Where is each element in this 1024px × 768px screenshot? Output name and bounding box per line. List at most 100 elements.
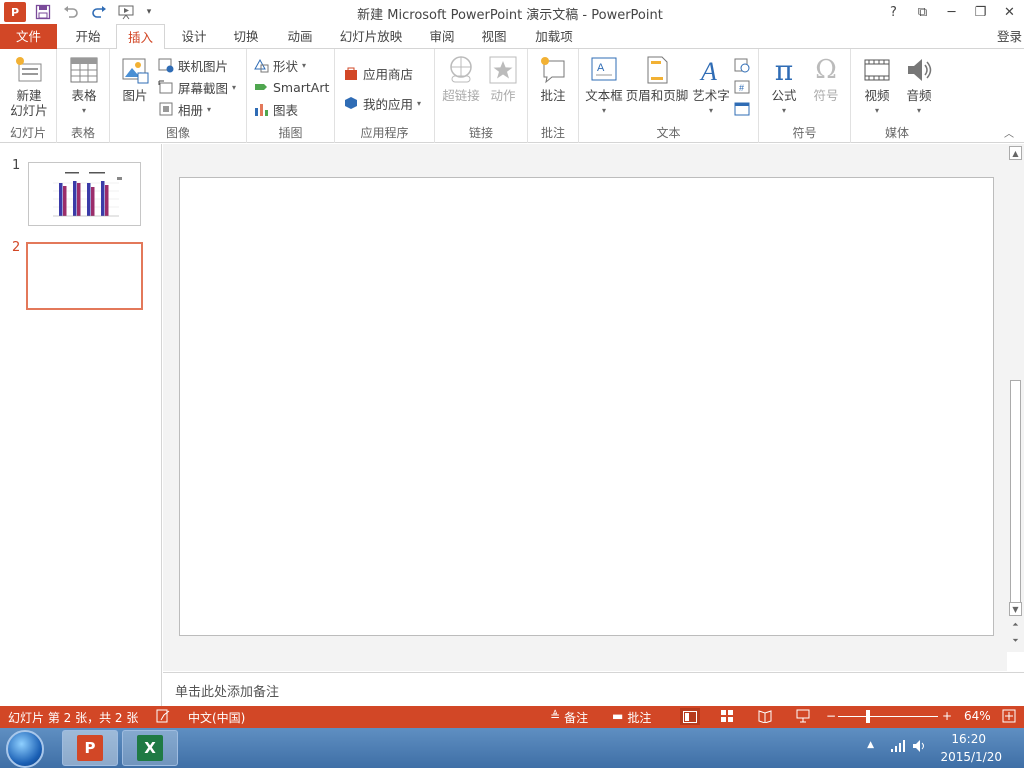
scrollbar-thumb[interactable]: [1010, 380, 1021, 616]
show-hidden-icons-icon[interactable]: ▲: [867, 740, 874, 750]
shapes-button[interactable]: 形状 ▾: [253, 55, 306, 75]
audio-button[interactable]: 音频 ▾: [901, 55, 937, 118]
sign-in-link[interactable]: 登录: [997, 26, 1022, 45]
zoom-level[interactable]: 64%: [964, 709, 991, 723]
svg-text:#: #: [739, 83, 744, 93]
tab-animations[interactable]: 动画: [276, 24, 324, 49]
comments-toggle-button[interactable]: ▬ 批注: [612, 709, 651, 726]
minimize-button[interactable]: ─: [937, 0, 966, 24]
tab-view[interactable]: 视图: [470, 24, 518, 49]
redo-icon[interactable]: [88, 2, 110, 22]
my-apps-button[interactable]: 我的应用 ▾: [343, 93, 421, 113]
tab-insert[interactable]: 插入: [116, 24, 165, 50]
wordart-button[interactable]: A 艺术字 ▾: [691, 55, 731, 118]
slide-canvas[interactable]: [179, 177, 994, 636]
ribbon-display-options-button[interactable]: ⧉: [908, 0, 937, 24]
slideshow-view-icon[interactable]: [796, 709, 810, 726]
tab-transitions[interactable]: 切换: [222, 24, 270, 49]
fit-slide-icon[interactable]: [1002, 709, 1016, 726]
photo-album-caret: ▾: [207, 104, 212, 114]
window-title: 新建 Microsoft PowerPoint 演示文稿 - PowerPoin…: [357, 8, 663, 23]
equation-button[interactable]: π 公式 ▾: [767, 55, 801, 118]
action-button[interactable]: 动作: [485, 55, 521, 103]
chart-button[interactable]: 图表: [253, 99, 298, 119]
smartart-button[interactable]: SmartArt: [253, 77, 329, 97]
taskbar-excel-button[interactable]: X: [122, 730, 178, 766]
slide-count-status[interactable]: 幻灯片 第 2 张，共 2 张: [8, 709, 138, 726]
status-bar: 幻灯片 第 2 张，共 2 张 中文(中国) ≜ 备注 ▬ 批注 − + 64%: [0, 706, 1024, 728]
slide-thumbnail-pane: 1 2: [0, 144, 162, 706]
notes-pane[interactable]: 单击此处添加备注: [163, 672, 1024, 706]
wordart-caret: ▾: [708, 106, 713, 115]
picture-label: 图片: [122, 88, 148, 103]
picture-button[interactable]: 图片: [118, 55, 152, 103]
wordart-icon: A: [696, 55, 726, 85]
comment-button[interactable]: 批注: [536, 55, 570, 103]
zoom-slider-track[interactable]: [838, 716, 938, 717]
date-time-button[interactable]: [734, 55, 750, 75]
zoom-out-button[interactable]: −: [826, 709, 836, 723]
hyperlink-button[interactable]: 超链接: [441, 55, 481, 103]
action-star-icon: [488, 55, 518, 85]
video-button[interactable]: 视频 ▾: [859, 55, 895, 118]
spelling-check-icon[interactable]: [156, 709, 170, 726]
reading-view-icon[interactable]: [758, 709, 772, 726]
tab-slideshow[interactable]: 幻灯片放映: [334, 24, 408, 49]
zoom-in-button[interactable]: +: [942, 709, 952, 723]
notes-toggle-button[interactable]: ≜ 备注: [550, 709, 588, 726]
online-picture-button[interactable]: 联机图片: [158, 55, 228, 75]
tab-addins[interactable]: 加载项: [526, 24, 582, 49]
zoom-slider-thumb[interactable]: [866, 710, 870, 723]
customize-qat-icon[interactable]: ▾: [144, 2, 154, 22]
slide-thumbnail-2[interactable]: [26, 242, 143, 310]
photo-album-button[interactable]: 相册 ▾: [158, 99, 211, 119]
notes-icon: ≜: [550, 709, 561, 723]
group-label-text: 文本: [656, 126, 681, 140]
tab-design[interactable]: 设计: [170, 24, 218, 49]
normal-view-icon[interactable]: [680, 708, 700, 725]
tab-home[interactable]: 开始: [64, 24, 112, 49]
save-icon[interactable]: [32, 2, 54, 22]
tab-review[interactable]: 审阅: [418, 24, 466, 49]
undo-icon[interactable]: [60, 2, 82, 22]
help-button[interactable]: ?: [879, 0, 908, 24]
slide-sorter-view-icon[interactable]: [720, 709, 734, 726]
slide-number-button[interactable]: #: [734, 77, 750, 97]
close-button[interactable]: ✕: [995, 0, 1024, 24]
store-button[interactable]: 应用商店: [343, 63, 413, 83]
previous-slide-icon[interactable]: ⏶: [1009, 618, 1022, 632]
new-slide-button[interactable]: 新建 幻灯片: [4, 55, 54, 118]
screenshot-caret: ▾: [232, 82, 237, 92]
scroll-down-icon[interactable]: ▼: [1009, 602, 1022, 616]
svg-text:A: A: [699, 57, 717, 85]
maximize-button[interactable]: ❐: [966, 0, 995, 24]
start-button-icon[interactable]: [6, 730, 44, 768]
tab-file[interactable]: 文件: [0, 24, 57, 49]
clock-time[interactable]: 16:20: [951, 732, 986, 746]
network-icon[interactable]: [890, 739, 906, 756]
thumbnail-chart-preview: [53, 172, 122, 217]
screenshot-button[interactable]: 屏幕截图 ▾: [158, 77, 236, 97]
taskbar-powerpoint-button[interactable]: P: [62, 730, 118, 766]
slide-thumbnail-1[interactable]: [28, 162, 141, 226]
powerpoint-app-icon[interactable]: P: [4, 2, 26, 22]
textbox-button[interactable]: A 文本框 ▾: [583, 55, 625, 118]
header-footer-button[interactable]: 页眉和页脚: [625, 55, 689, 103]
symbol-button[interactable]: Ω 符号: [809, 55, 843, 104]
table-button[interactable]: 表格 ▾: [65, 55, 103, 118]
comment-label: 批注: [540, 88, 566, 103]
pi-icon: π: [774, 53, 794, 87]
next-slide-icon[interactable]: ⏷: [1009, 634, 1022, 648]
collapse-ribbon-icon[interactable]: ︿: [1004, 125, 1014, 140]
volume-icon[interactable]: [912, 739, 928, 756]
vertical-scrollbar[interactable]: ▲ ▼ ⏶ ⏷: [1007, 144, 1024, 652]
store-label: 应用商店: [363, 66, 414, 82]
audio-label: 音频: [906, 88, 932, 103]
present-icon[interactable]: [116, 2, 138, 22]
date-time-icon: [734, 57, 750, 73]
hyperlink-label: 超链接: [442, 88, 480, 103]
language-status[interactable]: 中文(中国): [188, 709, 245, 726]
object-button[interactable]: [734, 99, 750, 119]
scroll-up-icon[interactable]: ▲: [1009, 146, 1022, 160]
clock-date[interactable]: 2015/1/20: [940, 750, 1002, 764]
